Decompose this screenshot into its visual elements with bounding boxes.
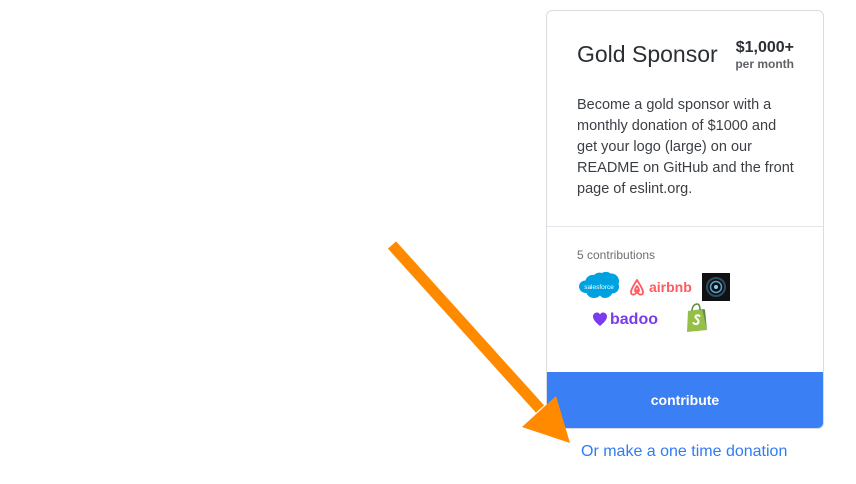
annotation-arrow-icon [387,241,570,443]
